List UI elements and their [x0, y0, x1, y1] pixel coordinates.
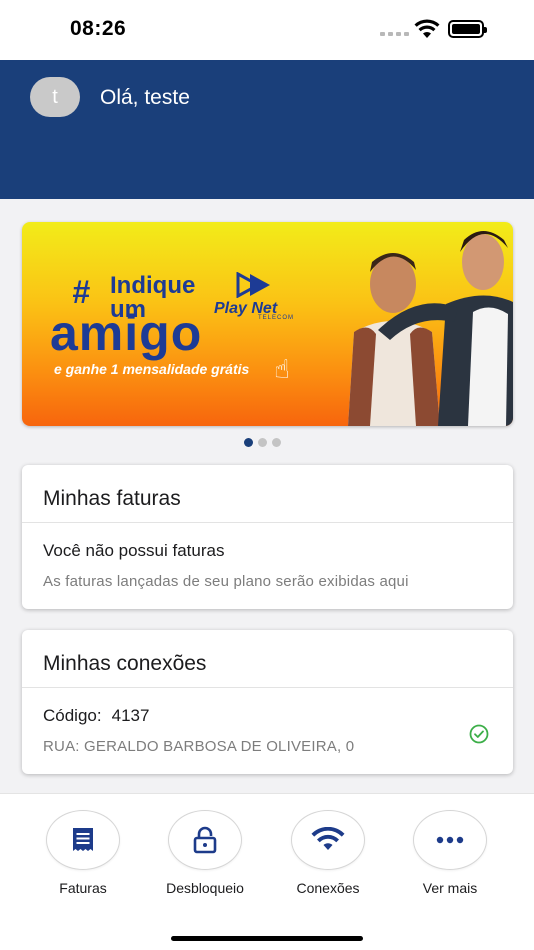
- banner-tagline: e ganhe 1 mensalidade grátis: [54, 361, 250, 377]
- banner-amigo: amigo: [50, 305, 203, 361]
- banner-people-image: [348, 231, 513, 426]
- nav-label: Conexões: [296, 880, 360, 896]
- home-indicator[interactable]: [171, 936, 363, 941]
- nav-item-desbloqueio[interactable]: Desbloqueio: [150, 810, 260, 896]
- nav-label: Faturas: [59, 880, 107, 896]
- connection-code-value: 4137: [111, 706, 150, 725]
- nav-label: Desbloqueio: [166, 880, 244, 896]
- nav-item-conexoes[interactable]: Conexões: [273, 810, 383, 896]
- wifi-icon: [311, 827, 345, 850]
- pager-dot[interactable]: [272, 438, 281, 447]
- connections-title: Minhas conexões: [22, 630, 513, 688]
- check-circle-icon: [469, 724, 489, 744]
- connection-code-label: Código:: [43, 706, 102, 725]
- signal-icon: [380, 32, 409, 36]
- promo-banner[interactable]: # Indique um Play Net TELECOM amigo e ga…: [22, 222, 513, 426]
- nav-label: Ver mais: [422, 880, 478, 896]
- connection-address: RUA: GERALDO BARBOSA DE OLIVEIRA, 0: [43, 738, 355, 755]
- playnet-logo-icon: [236, 272, 270, 298]
- greeting-text: Olá, teste: [100, 86, 190, 109]
- invoice-icon: [73, 828, 93, 851]
- invoices-empty-sub: As faturas lançadas de seu plano serão e…: [43, 573, 409, 590]
- pager-dot[interactable]: [258, 438, 267, 447]
- more-icon: [436, 836, 464, 844]
- banner-brand-sub: TELECOM: [258, 315, 295, 321]
- banner-pager[interactable]: [244, 438, 281, 447]
- pager-dot-active[interactable]: [244, 438, 253, 447]
- bottom-nav: Faturas Desbloqueio Conexões Ver mais: [0, 793, 534, 918]
- wifi-status-icon: [414, 19, 440, 38]
- home-indicator-area: [0, 918, 534, 950]
- status-time: 08:26: [70, 17, 127, 40]
- battery-icon: [448, 20, 487, 38]
- app-header: t Olá, teste: [0, 60, 534, 199]
- connection-code-row: Código: 4137: [43, 706, 493, 726]
- nav-item-faturas[interactable]: Faturas: [28, 810, 138, 896]
- invoices-empty-message: Você não possui faturas: [43, 541, 225, 560]
- nav-item-ver-mais[interactable]: Ver mais: [395, 810, 505, 896]
- avatar[interactable]: t: [30, 77, 80, 117]
- unlock-icon: [193, 826, 217, 854]
- connections-card[interactable]: Minhas conexões Código: 4137 RUA: GERALD…: [22, 630, 513, 774]
- pointing-hand-icon: ☝: [274, 354, 290, 384]
- invoices-title: Minhas faturas: [22, 465, 513, 523]
- invoices-card[interactable]: Minhas faturas Você não possui faturas A…: [22, 465, 513, 609]
- status-bar: 08:26: [0, 0, 534, 60]
